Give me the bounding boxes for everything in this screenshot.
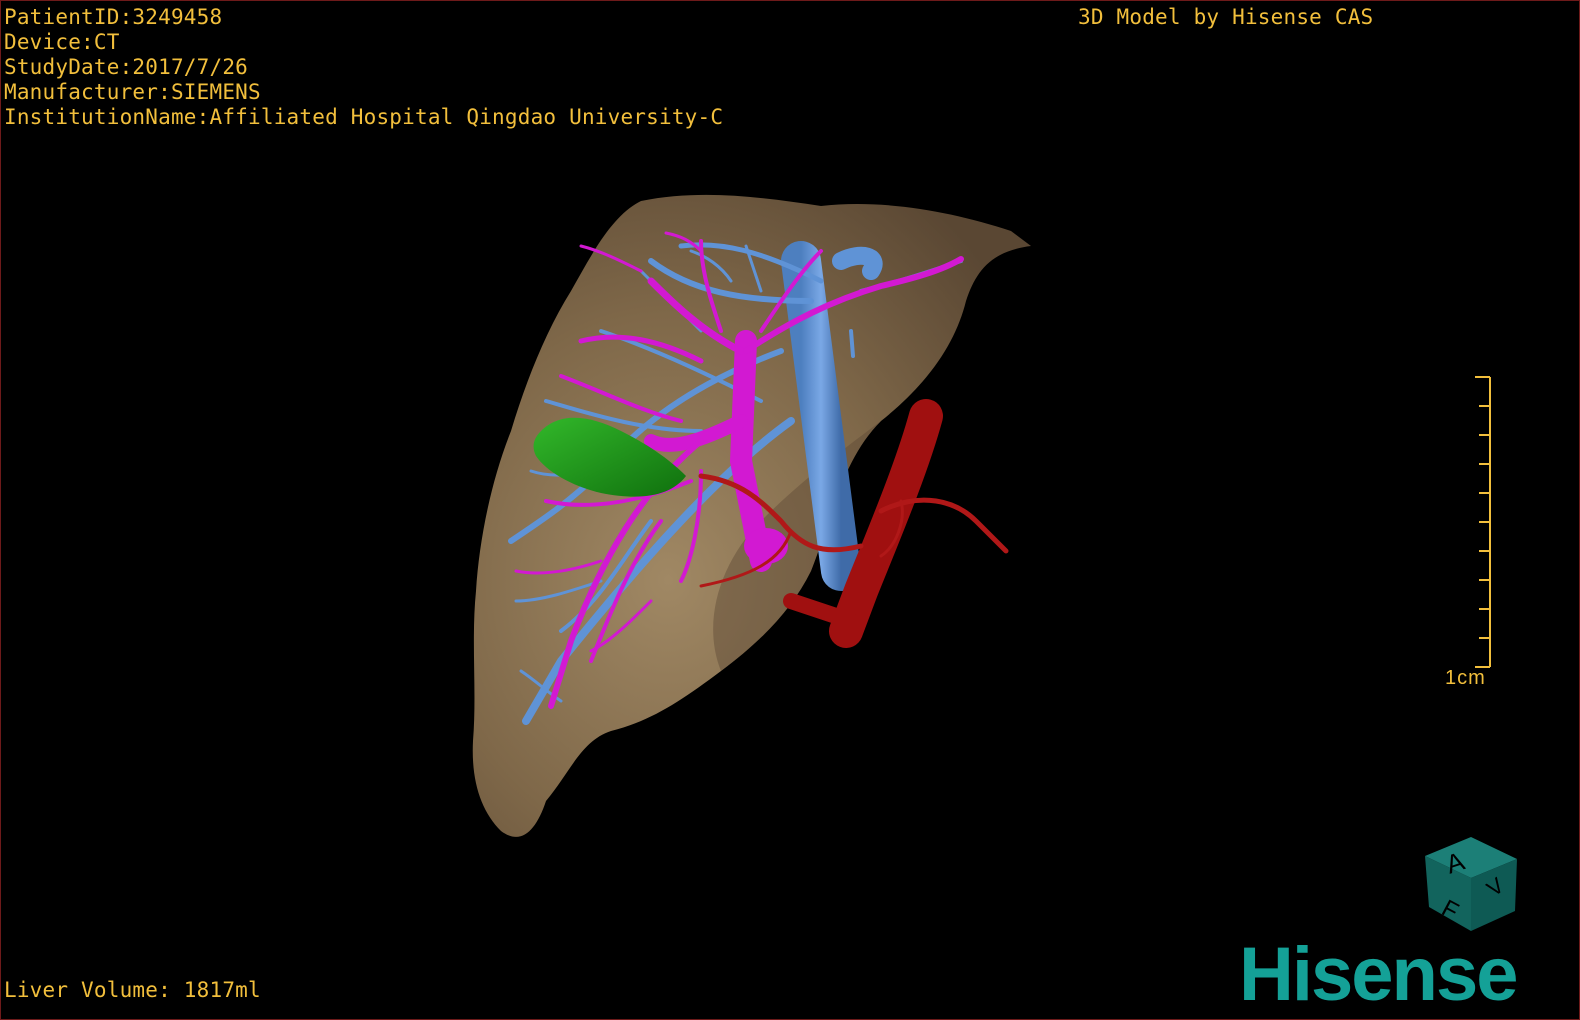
- liver-volume-text: Liver Volume: 1817ml: [4, 978, 261, 1002]
- manufacturer-text: Manufacturer:SIEMENS: [4, 80, 261, 104]
- portal-confluence: [744, 528, 788, 564]
- scale-bar: [1475, 376, 1491, 668]
- orientation-cube[interactable]: A F V: [1419, 831, 1525, 937]
- institution-text: InstitutionName:Affiliated Hospital Qing…: [4, 105, 724, 129]
- scale-bar-label: 1cm: [1445, 667, 1486, 689]
- study-date-text: StudyDate:2017/7/26: [4, 55, 249, 79]
- dicom-info-overlay: PatientID:3249458 Device:CT StudyDate:20…: [4, 5, 723, 130]
- model-credit-text: 3D Model by Hisense CAS: [1078, 5, 1374, 29]
- patient-id-text: PatientID:3249458: [4, 5, 223, 29]
- 3d-viewport[interactable]: PatientID:3249458 Device:CT StudyDate:20…: [0, 0, 1580, 1020]
- liver-3d-model[interactable]: [1, 1, 1579, 1019]
- hisense-logo: Hisense: [1239, 932, 1518, 1017]
- device-text: Device:CT: [4, 30, 120, 54]
